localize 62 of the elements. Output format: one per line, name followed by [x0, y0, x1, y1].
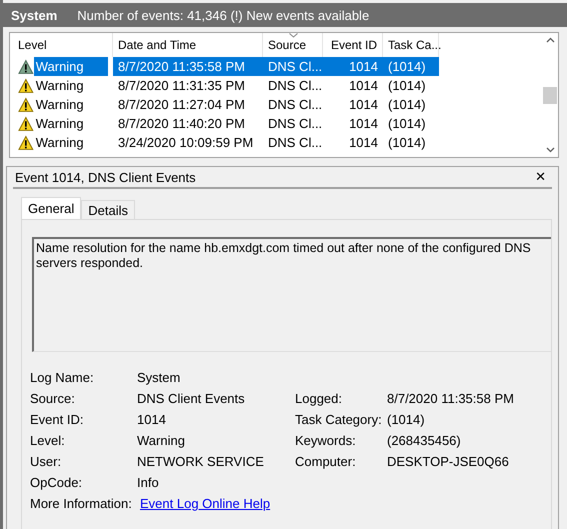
table-cell[interactable]: 8/7/2020 11:40:20 PM: [113, 114, 263, 133]
table-cell[interactable]: 1014: [323, 95, 383, 114]
log-title: System: [11, 8, 58, 22]
table-cell[interactable]: (1014): [383, 114, 439, 133]
table-cell[interactable]: 1014: [323, 57, 383, 76]
field-value: (268435456): [387, 433, 462, 449]
field-label: Source:: [30, 391, 76, 407]
event-message: Name resolution for the name hb.emxdgt.com timed out after none of the configured DNS servers responded.: [32, 237, 551, 352]
warning-icon: [18, 58, 34, 74]
field-value: DESKTOP-JSE0Q66: [387, 454, 510, 470]
field-value: Info: [137, 475, 160, 491]
table-cell[interactable]: (1014): [383, 133, 439, 152]
field-label: Task Category:: [295, 412, 383, 428]
table-cell[interactable]: (1014): [383, 57, 439, 76]
table-cell[interactable]: (1014): [383, 76, 439, 95]
field-value: 8/7/2020 11:35:58 PM: [387, 391, 515, 407]
scroll-up-icon: [546, 37, 554, 43]
warning-icon: [18, 96, 34, 112]
table-cell[interactable]: DNS Cl...: [263, 114, 323, 133]
field-value: Warning: [137, 433, 186, 449]
tab[interactable]: General: [21, 197, 82, 219]
table-cell[interactable]: 3/24/2020 10:09:59 PM: [113, 133, 263, 152]
table-cell[interactable]: 8/7/2020 11:27:04 PM: [113, 95, 263, 114]
field-value: NETWORK SERVICE: [137, 454, 265, 470]
tab[interactable]: Details: [81, 200, 135, 219]
table-cell[interactable]: (1014): [383, 95, 439, 114]
table-cell[interactable]: 8/7/2020 11:35:58 PM: [113, 57, 263, 76]
sort-caret-icon: [288, 33, 298, 38]
warning-icon: [18, 116, 34, 132]
event-count-text: Number of events: 41,346 (!) New events available: [77, 8, 370, 22]
table-cell[interactable]: 1014: [323, 76, 383, 95]
detail-title: Event 1014, DNS Client Events: [15, 170, 196, 184]
scroll-down-icon: [546, 147, 554, 153]
field-label: OpCode:: [30, 475, 84, 491]
field-label: User:: [30, 454, 62, 470]
table-cell[interactable]: 1014: [323, 133, 383, 152]
table-cell[interactable]: Warning: [13, 133, 113, 152]
table-cell[interactable]: DNS Cl...: [263, 95, 323, 114]
table-cell[interactable]: Warning: [13, 114, 113, 133]
warning-icon: [18, 134, 34, 150]
table-cell[interactable]: DNS Cl...: [263, 76, 323, 95]
scroll-thumb[interactable]: [543, 87, 557, 104]
help-link[interactable]: Event Log Online Help: [140, 496, 270, 511]
table-cell[interactable]: DNS Cl...: [263, 57, 323, 76]
field-label: Keywords:: [295, 433, 357, 449]
field-value: 1014: [137, 412, 167, 428]
close-button[interactable]: ✕: [533, 170, 548, 184]
field-value: System: [137, 370, 182, 386]
field-label: Logged:: [295, 391, 343, 407]
table-cell[interactable]: Warning: [13, 95, 113, 114]
table-cell[interactable]: 8/7/2020 11:31:35 PM: [113, 76, 263, 95]
field-value: DNS Client Events: [137, 391, 246, 407]
field-label: Computer:: [295, 454, 357, 470]
field-value: (1014): [387, 412, 426, 428]
field-label: Level:: [30, 433, 66, 449]
field-label: Log Name:: [30, 370, 95, 386]
warning-icon: [18, 78, 34, 94]
table-cell[interactable]: Warning: [13, 76, 113, 95]
table-cell[interactable]: DNS Cl...: [263, 133, 323, 152]
field-label: More Information:: [30, 496, 133, 512]
table-cell[interactable]: 1014: [323, 114, 383, 133]
field-label: Event ID:: [30, 412, 84, 428]
